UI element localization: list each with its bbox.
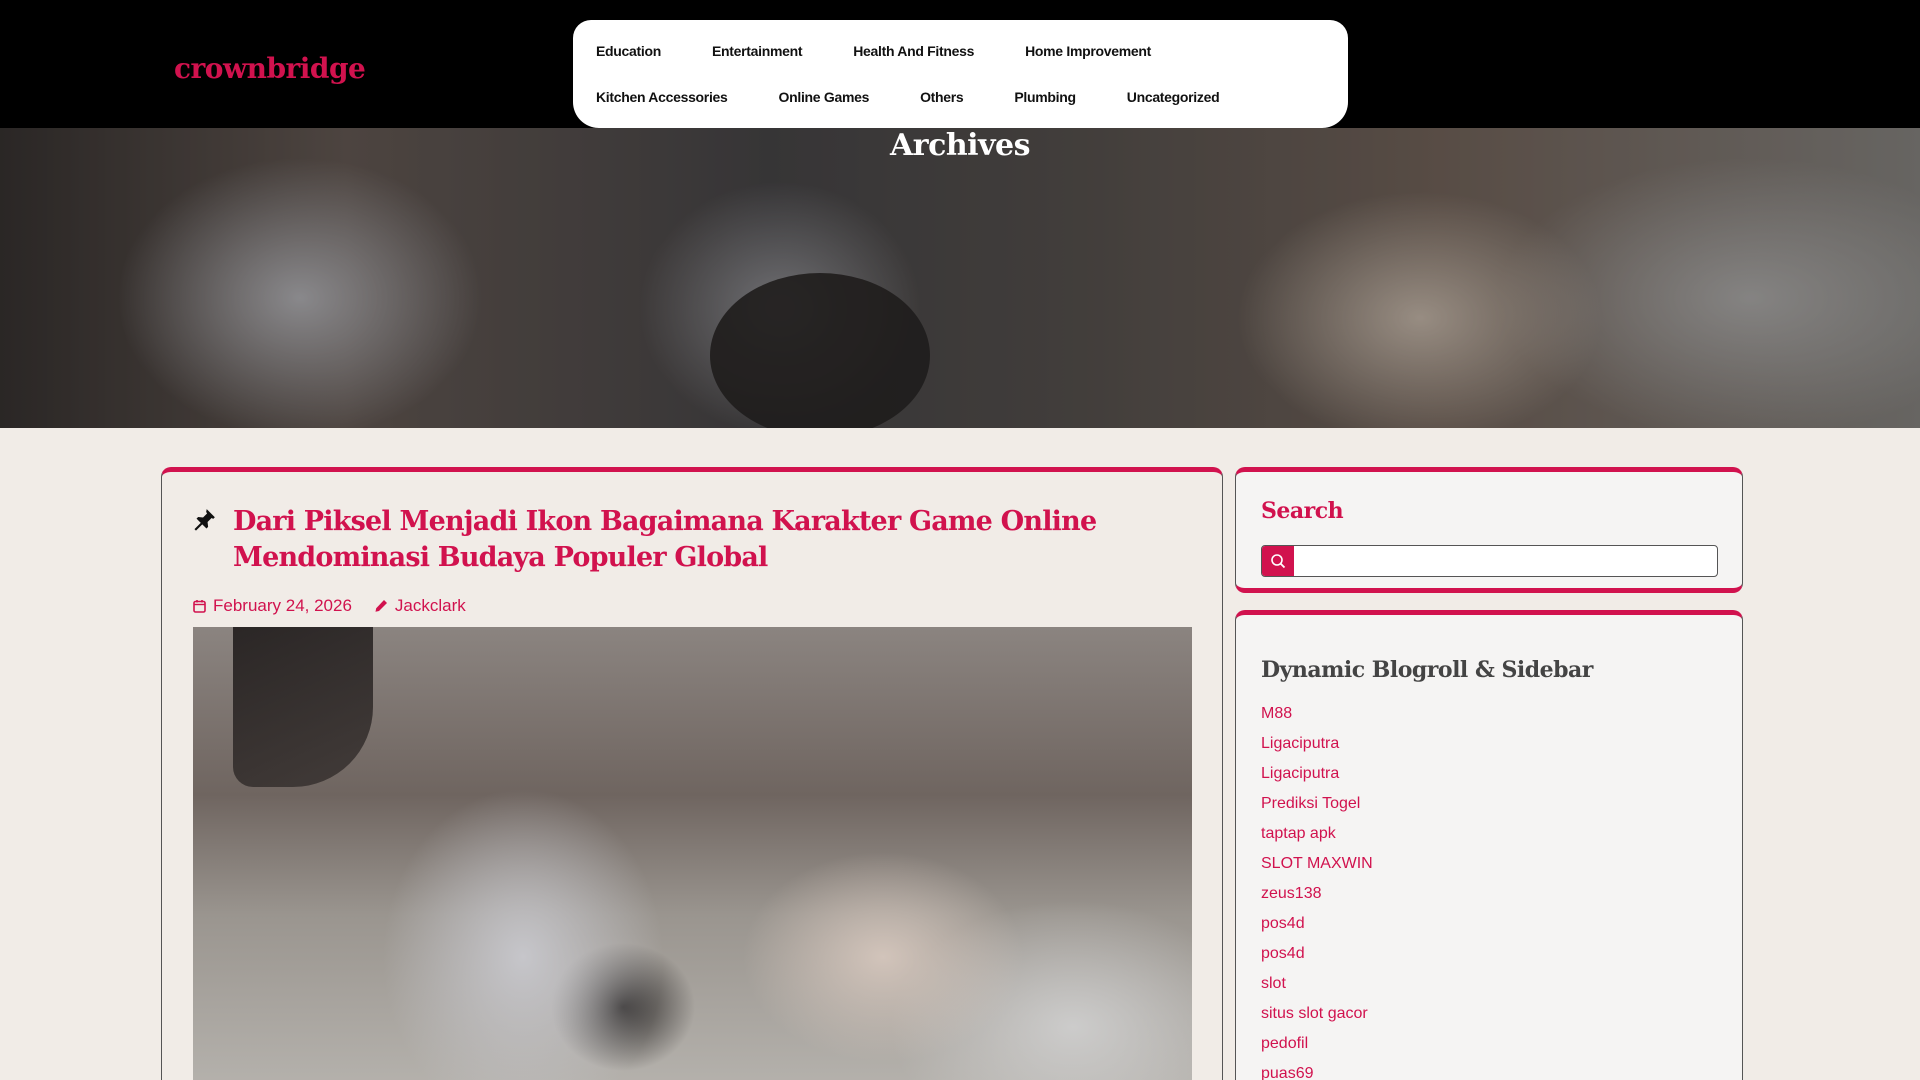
site-logo[interactable]: crownbridge [174,52,366,85]
blogroll-link[interactable]: situs slot gacor [1261,999,1373,1029]
blogroll-link[interactable]: slot [1261,969,1373,999]
helmet-grill-shape [710,273,930,428]
blogroll-link[interactable]: pos4d [1261,909,1373,939]
search-icon [1271,554,1286,569]
search-button[interactable] [1262,546,1294,576]
helmet-plume-shape [233,627,373,787]
blogroll-link[interactable]: pos4d [1261,939,1373,969]
blogroll-link[interactable]: taptap apk [1261,819,1373,849]
post-meta: February 24, 2026 Jackclark [193,596,488,616]
calendar-icon [193,600,206,613]
site-header: crownbridge Education Entertainment Heal… [0,0,1920,128]
nav-item-education[interactable]: Education [596,43,661,59]
nav-item-home-improvement[interactable]: Home Improvement [1025,43,1151,59]
blogroll-widget: Dynamic Blogroll & Sidebar M88 Ligaciput… [1235,610,1743,1080]
search-widget-title: Search [1261,498,1344,524]
nav-row-2: Kitchen Accessories Online Games Others … [596,74,1348,120]
post-title-link[interactable]: Dari Piksel Menjadi Ikon Bagaimana Karak… [233,504,1193,576]
nav-item-plumbing[interactable]: Plumbing [1014,89,1076,105]
nav-item-entertainment[interactable]: Entertainment [712,43,803,59]
blogroll-widget-title: Dynamic Blogroll & Sidebar [1261,657,1593,683]
blogroll-link[interactable]: puas69 [1261,1059,1373,1080]
search-form [1261,545,1718,577]
main-navigation: Education Entertainment Health And Fitne… [573,20,1348,128]
page-title: Archives [890,128,1030,163]
blogroll-link[interactable]: Ligaciputra [1261,729,1373,759]
post-author[interactable]: Jackclark [374,596,466,616]
blogroll-link[interactable]: Prediksi Togel [1261,789,1373,819]
blogroll-link[interactable]: SLOT MAXWIN [1261,849,1373,879]
nav-item-others[interactable]: Others [920,89,964,105]
blogroll-link[interactable]: zeus138 [1261,879,1373,909]
post-date[interactable]: February 24, 2026 [193,596,352,616]
post-author-text: Jackclark [394,596,466,615]
nav-row-1: Education Entertainment Health And Fitne… [596,28,1348,74]
search-widget: Search [1235,467,1743,593]
nav-item-kitchen-accessories[interactable]: Kitchen Accessories [596,89,728,105]
post-date-text: February 24, 2026 [213,596,352,615]
blogroll-list: M88 Ligaciputra Ligaciputra Prediksi Tog… [1261,699,1373,1080]
post-featured-image[interactable] [193,627,1192,1080]
post-card: Dari Piksel Menjadi Ikon Bagaimana Karak… [161,467,1223,1080]
blogroll-link[interactable]: Ligaciputra [1261,759,1373,789]
blogroll-link[interactable]: M88 [1261,699,1373,729]
search-input[interactable] [1294,546,1717,576]
pushpin-icon [191,507,217,533]
pencil-icon [375,600,387,612]
nav-item-health-and-fitness[interactable]: Health And Fitness [853,43,974,59]
nav-item-uncategorized[interactable]: Uncategorized [1127,89,1220,105]
nav-item-online-games[interactable]: Online Games [779,89,870,105]
hero-banner-image [0,128,1920,428]
blogroll-link[interactable]: pedofil [1261,1029,1373,1059]
